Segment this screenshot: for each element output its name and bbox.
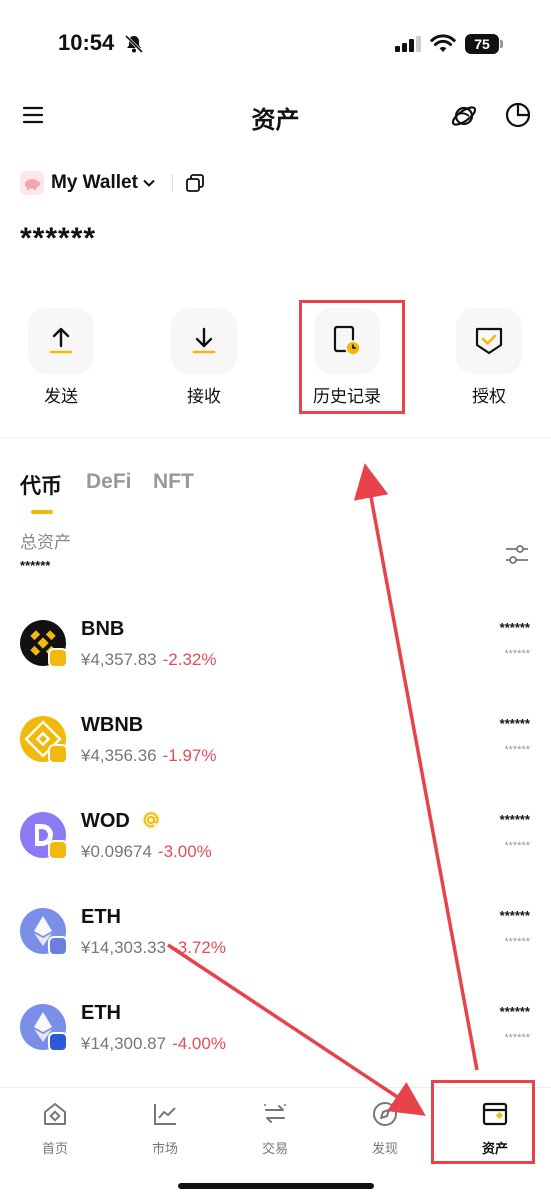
wallet-name: My Wallet <box>51 172 138 193</box>
token-change: -1.97% <box>162 746 217 765</box>
nav-discover-label: 发现 <box>371 1142 398 1157</box>
section-divider <box>0 437 551 438</box>
nav-trade[interactable]: 交易 <box>220 1100 330 1157</box>
token-price-row: ¥14,300.87 -4.00% <box>81 1034 226 1054</box>
total-assets-label: 总资产 <box>20 533 71 553</box>
send-action[interactable]: 发送 <box>6 308 116 408</box>
token-symbol: WBNB <box>81 714 144 736</box>
history-highlight-box <box>299 300 405 414</box>
bsc-chain-badge <box>48 648 68 668</box>
token-amount: ****** <box>499 716 530 731</box>
discover-compass-icon <box>373 1102 397 1126</box>
authorize-label: 授权 <box>472 387 506 407</box>
swap-icon <box>264 1104 286 1124</box>
wifi-icon <box>430 34 456 52</box>
home-indicator <box>178 1183 374 1189</box>
token-price: ¥14,300.87 <box>81 1034 167 1053</box>
token-row-eth[interactable]: ETH ¥14,300.87 -4.00% ****** ****** <box>0 990 551 1086</box>
copy-icon[interactable] <box>185 173 205 193</box>
token-amount: ****** <box>499 1004 530 1019</box>
authorize-shield-icon <box>475 327 503 355</box>
token-symbol: BNB <box>81 618 125 640</box>
authorize-action[interactable]: 授权 <box>434 308 544 408</box>
token-row-bnb[interactable]: BNB ¥4,357.83 -2.32% ****** ****** <box>0 606 551 702</box>
bsc-chain-badge <box>48 744 68 764</box>
divider <box>171 174 173 192</box>
token-price-row: ¥4,356.36 -1.97% <box>81 746 217 766</box>
authorize-tile[interactable] <box>456 308 522 374</box>
nav-market[interactable]: 市场 <box>110 1100 220 1157</box>
wallet-avatar <box>20 171 44 195</box>
token-fiat-value: ****** <box>504 1032 530 1044</box>
receive-action[interactable]: 接收 <box>149 308 259 408</box>
tab-nft[interactable]: NFT <box>153 470 194 494</box>
token-symbol: ETH <box>81 906 121 928</box>
nav-home-label: 首页 <box>41 1142 68 1157</box>
home-icon <box>44 1103 66 1125</box>
token-change: -3.72% <box>172 938 226 957</box>
token-amount: ****** <box>499 812 530 827</box>
nav-home[interactable]: 首页 <box>0 1100 110 1157</box>
battery-indicator: 75 <box>465 34 503 54</box>
status-time: 10:54 <box>58 30 115 55</box>
token-change: -3.00% <box>157 842 212 861</box>
cellular-signal-icon <box>395 36 421 52</box>
tab-defi[interactable]: DeFi <box>86 470 132 494</box>
chevron-down-icon <box>143 179 155 187</box>
wallet-selector[interactable]: My Wallet <box>20 168 205 198</box>
status-bar: 10:54 75 <box>0 0 551 90</box>
piggy-icon <box>25 179 41 190</box>
network-planet-icon[interactable] <box>450 102 478 130</box>
receive-tile[interactable] <box>171 308 237 374</box>
at-sign-icon[interactable] <box>141 810 161 830</box>
token-symbol: ETH <box>81 1002 121 1024</box>
send-up-arrow-icon <box>49 327 73 354</box>
token-symbol: WOD <box>81 810 130 832</box>
token-row-eth[interactable]: ETH ¥14,303.33 -3.72% ****** ****** <box>0 894 551 990</box>
nav-trade-label: 交易 <box>261 1142 288 1157</box>
token-price: ¥14,303.33 <box>81 938 167 957</box>
receive-label: 接收 <box>187 387 221 407</box>
wallet-balance: ****** <box>20 222 97 255</box>
token-fiat-value: ****** <box>504 744 530 756</box>
token-amount: ****** <box>499 908 530 923</box>
pie-chart-icon[interactable] <box>505 102 531 128</box>
token-row-wbnb[interactable]: WBNB ¥4,356.36 -1.97% ****** ****** <box>0 702 551 798</box>
send-label: 发送 <box>44 387 78 407</box>
token-price-row: ¥0.09674 -3.00% <box>81 842 212 862</box>
battery-level: 75 <box>465 34 499 54</box>
tab-active-indicator <box>31 510 53 514</box>
token-price: ¥4,357.83 <box>81 650 157 669</box>
token-change: -2.32% <box>162 650 217 669</box>
bsc-chain-badge <box>48 840 68 860</box>
token-price-row: ¥14,303.33 -3.72% <box>81 938 226 958</box>
token-price: ¥0.09674 <box>81 842 152 861</box>
token-fiat-value: ****** <box>504 648 530 660</box>
token-change: -4.00% <box>172 1034 226 1053</box>
nav-discover[interactable]: 发现 <box>330 1100 440 1157</box>
token-fiat-value: ****** <box>504 936 530 948</box>
receive-down-arrow-icon <box>192 327 216 354</box>
token-price-row: ¥4,357.83 -2.32% <box>81 650 217 670</box>
nav-market-label: 市场 <box>151 1142 178 1157</box>
chain-badge <box>48 1032 68 1052</box>
filter-settings-icon[interactable] <box>504 543 530 567</box>
token-amount: ****** <box>499 620 530 635</box>
total-assets-value: ****** <box>20 558 51 573</box>
tab-tokens[interactable]: 代币 <box>20 470 62 500</box>
assets-highlight-box <box>431 1080 535 1164</box>
token-row-wod[interactable]: WOD ¥0.09674 -3.00% ****** ****** <box>0 798 551 894</box>
eth-chain-badge <box>48 936 68 956</box>
token-fiat-value: ****** <box>504 840 530 852</box>
battery-tip <box>500 40 503 48</box>
send-tile[interactable] <box>28 308 94 374</box>
market-chart-icon <box>154 1104 176 1125</box>
bell-off-icon <box>124 34 144 54</box>
token-price: ¥4,356.36 <box>81 746 157 765</box>
